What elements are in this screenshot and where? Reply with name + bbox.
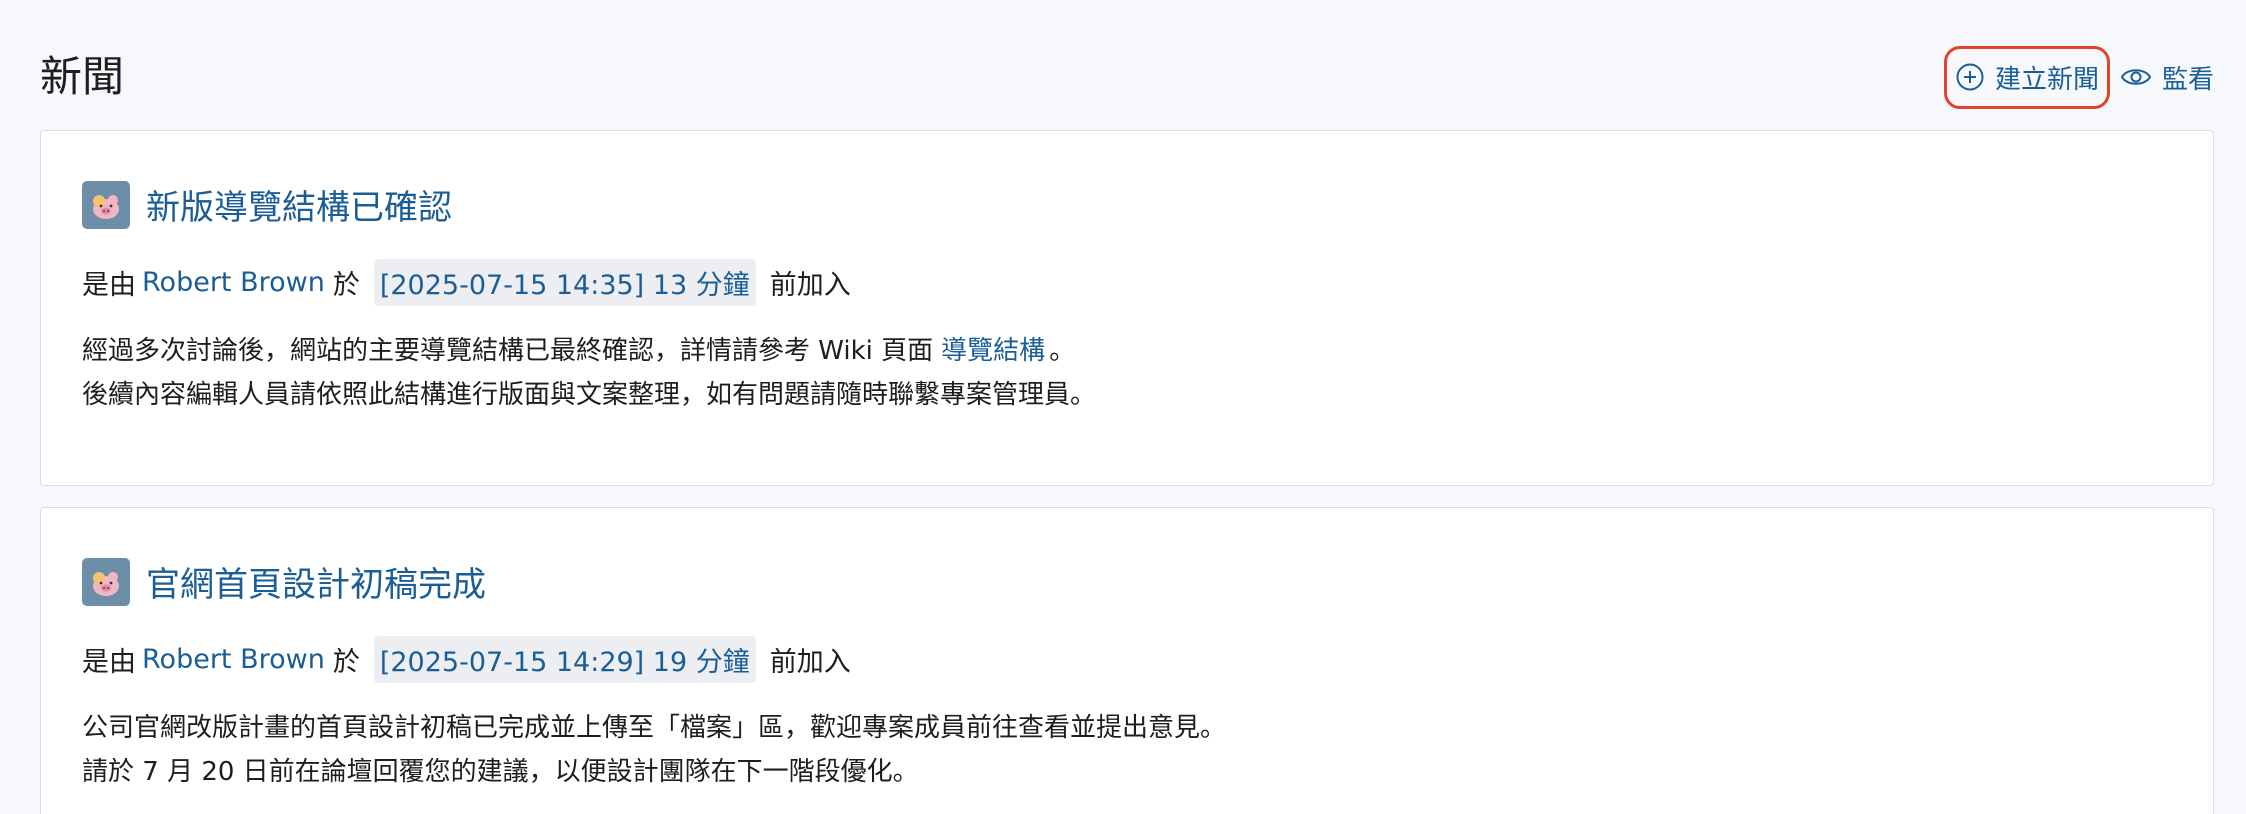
news-meta: 是由 Robert Brown 於 [2025-07-15 14:29] 19 … [82,636,851,683]
meta-suffix: 前加入 [769,647,851,678]
news-title-row: 新版導覽結構已確認 [82,180,452,229]
news-body: 經過多次討論後，網站的主要導覽結構已最終確認，詳情請參考 Wiki 頁面 導覽結構… [82,329,1096,417]
header-actions: 建立新聞 監看 [1943,45,2214,109]
page-title: 新聞 [40,52,125,101]
timestamp-link[interactable]: [2025-07-15 14:35] 13 分鐘 [373,259,756,306]
author-link[interactable]: Robert Brown [142,267,325,298]
meta-middle: 於 [332,270,360,301]
page-header: 新聞 建立新聞 監看 [40,45,2214,109]
wiki-page-link[interactable]: 導覽結構 [941,336,1045,366]
meta-middle: 於 [332,647,360,678]
create-news-button[interactable]: 建立新聞 [1943,45,2110,109]
news-title-link[interactable]: 官網首頁設計初稿完成 [146,557,486,606]
create-news-label: 建立新聞 [1994,64,2099,95]
plus-circle-icon [1956,63,1984,91]
pig-avatar-icon [82,180,130,229]
news-body-line: 公司官網改版計畫的首頁設計初稿已完成並上傳至「檔案」區，歡迎專案成員前往查看並提… [82,713,1227,743]
news-title-row: 官網首頁設計初稿完成 [82,557,486,606]
meta-prefix: 是由 [82,270,136,301]
news-item: 官網首頁設計初稿完成 是由 Robert Brown 於 [2025-07-15… [40,507,2214,814]
meta-suffix: 前加入 [769,270,851,301]
news-body-line: 請於 7 月 20 日前在論壇回覆您的建議，以便設計團隊在下一階段優化。 [82,757,919,787]
watch-label: 監看 [2161,64,2214,95]
body-text-part: 經過多次討論後，網站的主要導覽結構已最終確認，詳情請參考 Wiki 頁面 [82,336,934,366]
news-item: 新版導覽結構已確認 是由 Robert Brown 於 [2025-07-15 … [40,130,2214,486]
news-body-line: 後續內容編輯人員請依照此結構進行版面與文案整理，如有問題請隨時聯繫專案管理員。 [82,380,1097,410]
timestamp-link[interactable]: [2025-07-15 14:29] 19 分鐘 [373,636,756,683]
news-page: 新聞 建立新聞 監看 新版導覽結構已確認 是由 Robert Brown 於 [… [0,0,2246,814]
news-meta: 是由 Robert Brown 於 [2025-07-15 14:35] 13 … [82,259,851,306]
eye-icon [2120,69,2152,85]
author-link[interactable]: Robert Brown [142,644,325,675]
meta-prefix: 是由 [82,647,136,678]
news-body-line: 經過多次討論後，網站的主要導覽結構已最終確認，詳情請參考 Wiki 頁面 導覽結構… [82,329,1096,373]
watch-button[interactable]: 監看 [2120,59,2214,96]
news-body: 公司官網改版計畫的首頁設計初稿已完成並上傳至「檔案」區，歡迎專案成員前往查看並提… [82,706,1226,794]
body-text-part: 。 [1049,336,1076,366]
news-title-link[interactable]: 新版導覽結構已確認 [146,180,452,229]
pig-avatar-icon [82,557,130,606]
